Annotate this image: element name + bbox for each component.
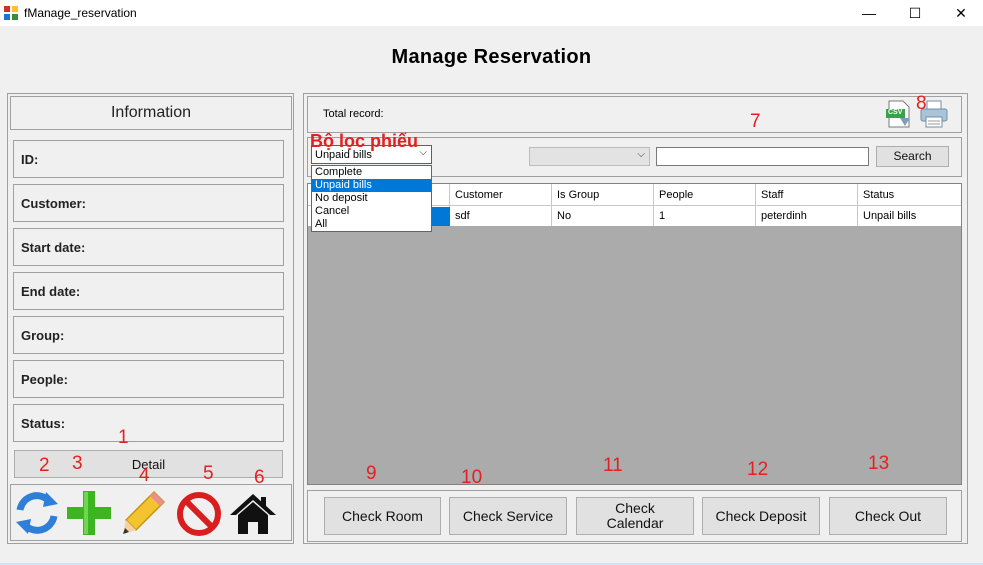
check-out-button[interactable]: Check Out: [829, 497, 947, 535]
maximize-button[interactable]: ☐: [892, 0, 938, 26]
chevron-down-icon: ⌵: [419, 147, 427, 158]
csv-export-icon[interactable]: CSV: [886, 100, 912, 128]
annotation-4: 4: [139, 465, 150, 486]
search-input[interactable]: [656, 147, 869, 166]
filter-dropdown-list: Complete Unpaid bills No deposit Cancel …: [311, 165, 432, 232]
check-deposit-button[interactable]: Check Deposit: [702, 497, 820, 535]
home-icon[interactable]: [228, 488, 278, 538]
cancel-icon[interactable]: [174, 488, 224, 538]
page-title: Manage Reservation: [391, 46, 592, 68]
annotation-13: 13: [868, 453, 890, 474]
row-selection-highlight: [432, 207, 450, 226]
check-calendar-line1: Check: [615, 500, 655, 516]
cell-status[interactable]: Unpail bills: [858, 206, 961, 226]
check-room-button[interactable]: Check Room: [324, 497, 441, 535]
end-date-field: End date:: [13, 272, 284, 310]
cell-customer[interactable]: sdf: [450, 206, 552, 226]
minimize-button[interactable]: —: [846, 0, 892, 26]
records-summary-box: [307, 96, 962, 133]
start-date-field: Start date:: [13, 228, 284, 266]
filter-option-unpaid-bills[interactable]: Unpaid bills: [312, 179, 431, 192]
people-field: People:: [13, 360, 284, 398]
column-header-status[interactable]: Status: [858, 184, 961, 205]
check-service-button[interactable]: Check Service: [449, 497, 567, 535]
window-title: fManage_reservation: [24, 6, 137, 20]
column-header-customer[interactable]: Customer: [450, 184, 552, 205]
column-header-people[interactable]: People: [654, 184, 756, 205]
annotation-9: 9: [366, 463, 377, 484]
search-field-combo[interactable]: ⌵: [529, 147, 650, 166]
group-field: Group:: [13, 316, 284, 354]
annotation-10: 10: [461, 467, 483, 488]
minimize-icon: —: [862, 5, 876, 21]
column-header-staff[interactable]: Staff: [756, 184, 858, 205]
annotation-1: 1: [118, 427, 129, 448]
annotation-3: 3: [72, 453, 83, 474]
check-calendar-line2: Calendar: [606, 515, 664, 531]
maximize-icon: ☐: [908, 4, 922, 21]
filter-option-no-deposit[interactable]: No deposit: [312, 192, 431, 205]
annotation-6: 6: [254, 467, 265, 488]
annotation-12: 12: [747, 459, 769, 480]
column-header-is-group[interactable]: Is Group: [552, 184, 654, 205]
search-button[interactable]: Search: [876, 146, 949, 167]
filter-option-complete[interactable]: Complete: [312, 166, 431, 179]
app-icon: [4, 6, 18, 20]
annotation-11: 11: [603, 455, 623, 476]
check-calendar-button[interactable]: Check Calendar: [576, 497, 694, 535]
customer-field: Customer:: [13, 184, 284, 222]
cell-is-group[interactable]: No: [552, 206, 654, 226]
filter-option-cancel[interactable]: Cancel: [312, 205, 431, 218]
information-header: Information: [10, 96, 292, 130]
annotation-5: 5: [203, 463, 214, 484]
id-field: ID:: [13, 140, 284, 178]
add-icon[interactable]: [64, 488, 114, 538]
annotation-7: 7: [750, 111, 761, 132]
filter-caption-annotation: Bộ lọc phiếu: [310, 131, 418, 151]
chevron-down-icon: ⌵: [637, 149, 645, 160]
close-button[interactable]: ✕: [938, 0, 983, 26]
refresh-icon[interactable]: [12, 488, 62, 538]
filter-option-all[interactable]: All: [312, 218, 431, 231]
status-field: Status:: [13, 404, 284, 442]
cell-people[interactable]: 1: [654, 206, 756, 226]
annotation-2: 2: [39, 455, 50, 476]
close-icon: ✕: [955, 4, 967, 21]
total-record-label: Total record:: [323, 108, 384, 120]
annotation-8: 8: [916, 93, 927, 114]
window-titlebar: [0, 0, 983, 26]
cell-staff[interactable]: peterdinh: [756, 206, 858, 226]
csv-label: CSV: [888, 109, 903, 116]
edit-pencil-icon[interactable]: [118, 488, 168, 538]
